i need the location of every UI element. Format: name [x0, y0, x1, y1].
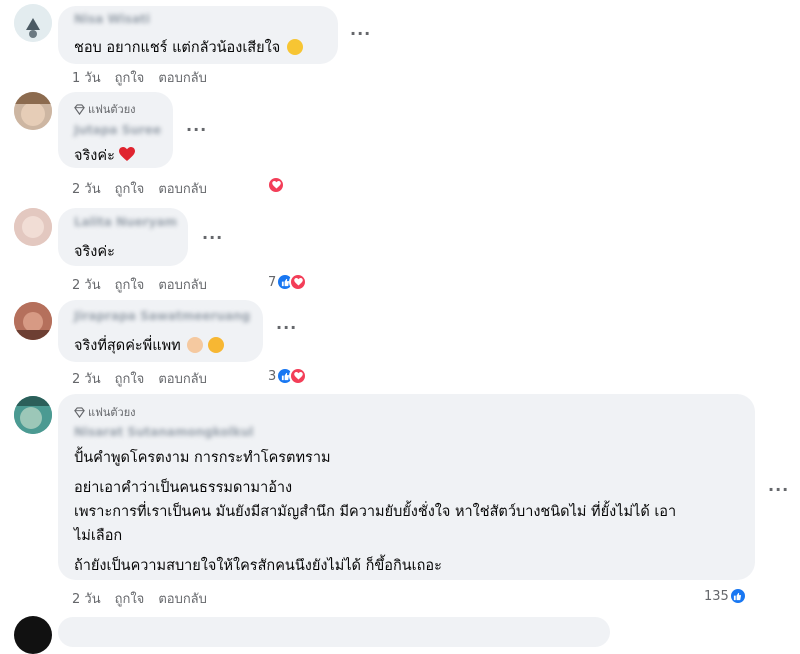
- reply-button[interactable]: ตอบกลับ: [158, 588, 207, 609]
- love-reaction-icon: [267, 176, 285, 194]
- comment-bubble: [58, 617, 610, 647]
- comment-text: จริงที่สุดค่ะพี่แพท: [74, 334, 224, 357]
- avatar[interactable]: [14, 208, 52, 246]
- top-fan-badge: แฟนตัวยง: [74, 100, 136, 118]
- reply-button[interactable]: ตอบกลับ: [158, 274, 207, 295]
- like-button[interactable]: ถูกใจ: [115, 67, 145, 88]
- commenter-name[interactable]: Jiraprapa Sawatmeeruang: [74, 309, 250, 323]
- avatar[interactable]: [14, 616, 52, 654]
- like-button[interactable]: ถูกใจ: [115, 368, 145, 389]
- avatar[interactable]: [14, 92, 52, 130]
- reaction-summary[interactable]: 3: [268, 367, 308, 385]
- more-options-icon[interactable]: ···: [276, 318, 297, 337]
- love-reaction-icon: [289, 367, 308, 385]
- reaction-summary[interactable]: [267, 176, 285, 194]
- commenter-name[interactable]: Nisarat Sutanamongkolkul: [74, 425, 254, 439]
- reply-button[interactable]: ตอบกลับ: [158, 368, 207, 389]
- like-button[interactable]: ถูกใจ: [115, 274, 145, 295]
- red-heart-icon: [119, 147, 136, 161]
- reaction-count: 3: [268, 368, 277, 384]
- more-options-icon[interactable]: ···: [350, 24, 371, 43]
- reaction-summary[interactable]: 135: [704, 587, 747, 605]
- reaction-count: 135: [704, 588, 729, 604]
- comment-text-line: ปั้นคำพูดโครตงาม การกระทำโครตทราม: [74, 450, 331, 466]
- like-button[interactable]: ถูกใจ: [115, 178, 145, 199]
- comment-actions: 2 วัน ถูกใจ ตอบกลับ: [72, 368, 207, 389]
- more-options-icon[interactable]: ···: [768, 480, 789, 499]
- comment-actions: 2 วัน ถูกใจ ตอบกลับ: [72, 588, 207, 609]
- like-button[interactable]: ถูกใจ: [115, 588, 145, 609]
- love-reaction-icon: [289, 273, 308, 291]
- reply-button[interactable]: ตอบกลับ: [158, 67, 207, 88]
- clapping-hands-icon: [187, 337, 204, 353]
- like-reaction-icon: [728, 587, 747, 605]
- diamond-icon: [74, 103, 85, 115]
- reply-button[interactable]: ตอบกลับ: [158, 178, 207, 199]
- commenter-name[interactable]: Jutapa Suree: [74, 123, 161, 137]
- smiling-face-with-hearts-icon: [207, 337, 224, 353]
- comment-time[interactable]: 2 วัน: [72, 588, 101, 609]
- comment-time[interactable]: 2 วัน: [72, 274, 101, 295]
- comment-actions: 1 วัน ถูกใจ ตอบกลับ: [72, 67, 207, 88]
- top-fan-badge: แฟนตัวยง: [74, 403, 136, 421]
- comment-text-line: อย่าเอาคำว่าเป็นคนธรรมดามาอ้าง: [74, 480, 293, 496]
- grinning-sweat-face-icon: [286, 39, 303, 55]
- diamond-icon: [74, 406, 85, 418]
- avatar[interactable]: [14, 4, 52, 42]
- comment-actions: 2 วัน ถูกใจ ตอบกลับ: [72, 274, 207, 295]
- reaction-count: 7: [268, 274, 277, 290]
- avatar[interactable]: [14, 302, 52, 340]
- more-options-icon[interactable]: ···: [186, 120, 207, 139]
- comment-text-line: ถ้ายังเป็นความสบายใจให้ใครสักคนนึงยังไม่…: [74, 558, 442, 574]
- commenter-name[interactable]: Lalita Nueryam: [74, 215, 177, 229]
- comment-time[interactable]: 2 วัน: [72, 178, 101, 199]
- comment-text: จริงค่ะ: [74, 244, 115, 260]
- more-options-icon[interactable]: ···: [202, 228, 223, 247]
- comment-time[interactable]: 2 วัน: [72, 368, 101, 389]
- comment-actions: 2 วัน ถูกใจ ตอบกลับ: [72, 178, 207, 199]
- comment-text: จริงค่ะ: [74, 144, 136, 167]
- reaction-summary[interactable]: 7: [268, 273, 308, 291]
- comment-time[interactable]: 1 วัน: [72, 67, 101, 88]
- avatar[interactable]: [14, 396, 52, 434]
- comment-text: ชอบ อยากแชร์ แต่กลัวน้องเสียใจ: [74, 36, 303, 59]
- commenter-name[interactable]: Nisa Wisati: [74, 12, 150, 26]
- comment-text-line: เพราะการที่เราเป็นคน มันยังมีสามัญสำนึก …: [74, 504, 677, 520]
- comment-text-line: ไม่เลือก: [74, 528, 123, 544]
